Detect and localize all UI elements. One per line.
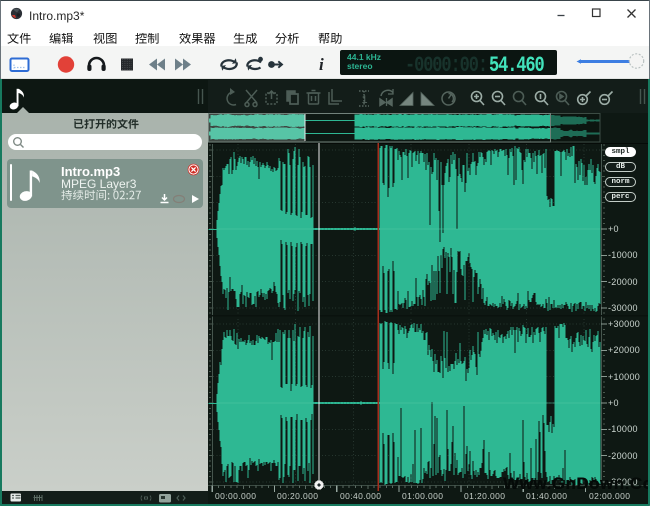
svg-text:i: i [319,55,324,74]
svg-text:1: 1 [362,94,368,106]
